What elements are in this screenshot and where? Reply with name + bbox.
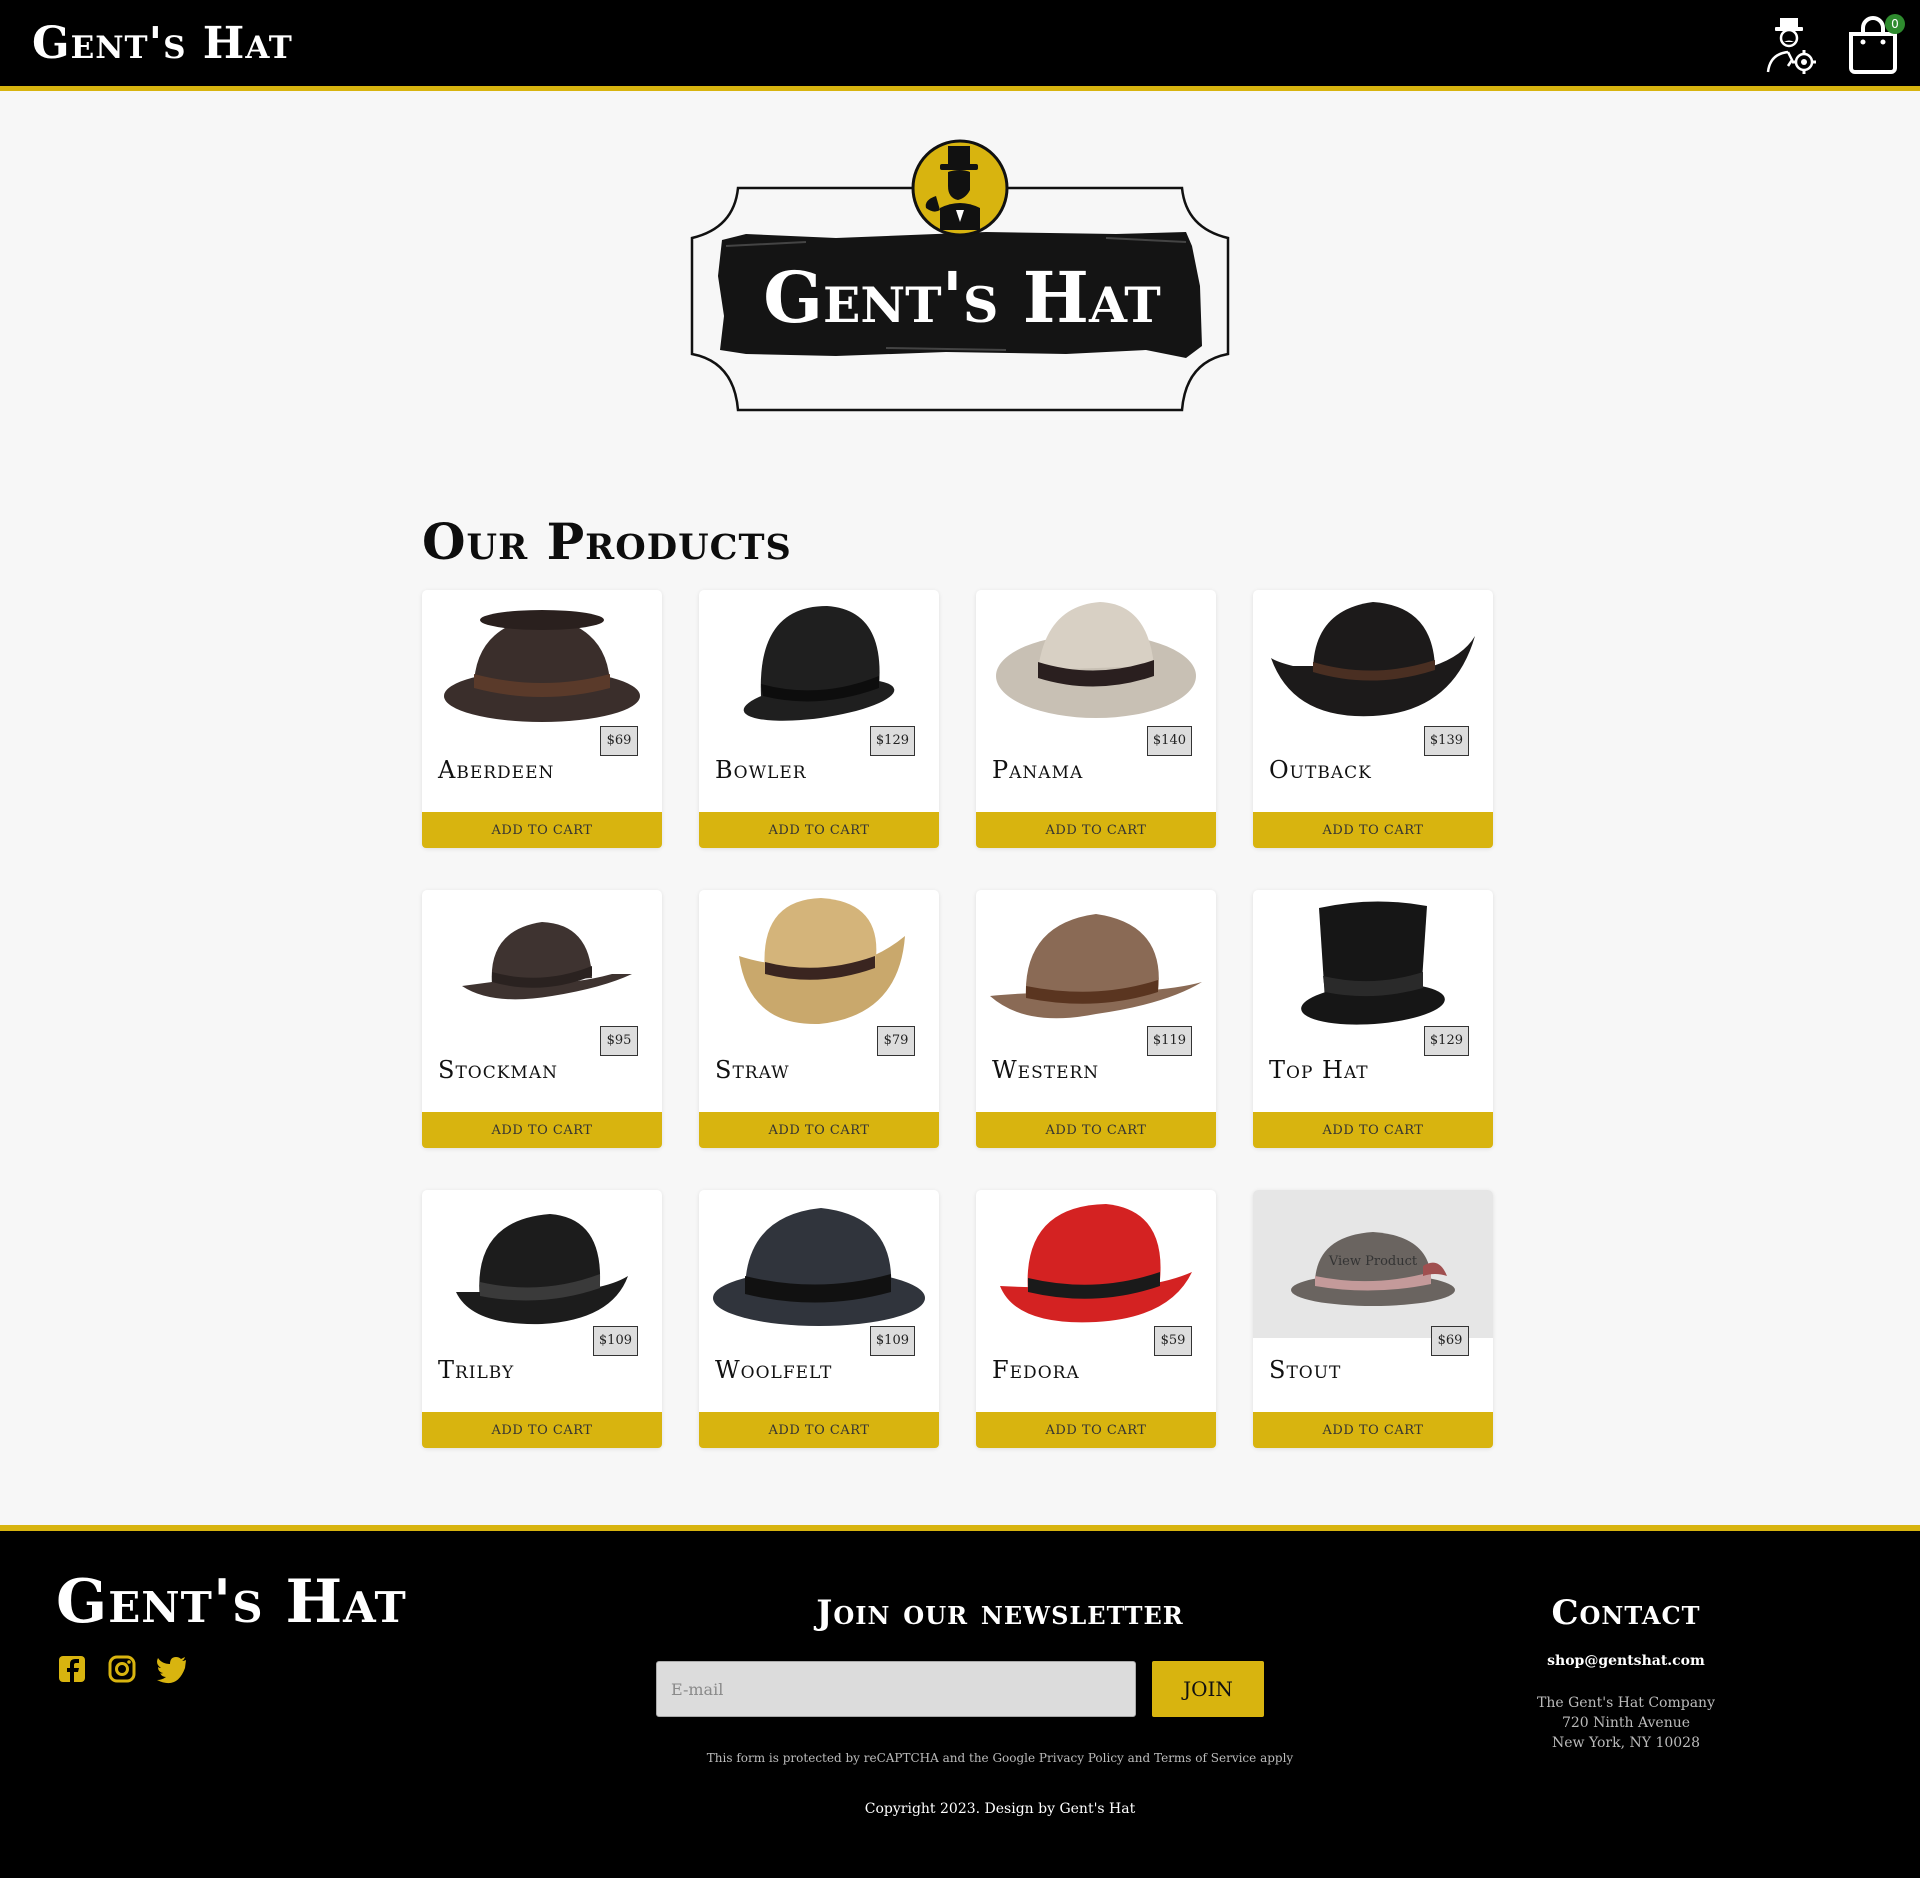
product-image <box>739 898 905 1025</box>
product-card[interactable]: $109 Woolfelt ADD TO CART <box>699 1190 939 1448</box>
price-tag: $119 <box>1146 1026 1192 1056</box>
product-card[interactable]: View Product $69 Stout ADD TO CART <box>1253 1190 1493 1448</box>
product-image <box>456 1214 628 1325</box>
product-grid: $69 Aberdeen ADD TO CART $129 Bowler ADD TO C… <box>422 590 1494 1448</box>
product-name[interactable]: Woolfelt <box>715 1356 832 1384</box>
products-section-title: Our Products <box>422 512 792 571</box>
product-name[interactable]: Western <box>992 1056 1099 1084</box>
product-name[interactable]: Outback <box>1269 756 1372 784</box>
add-to-cart-button[interactable]: ADD TO CART <box>976 1412 1216 1448</box>
product-name[interactable]: Stockman <box>438 1056 558 1084</box>
price-tag: $69 <box>1431 1326 1469 1356</box>
product-image-link[interactable] <box>976 890 1216 1038</box>
product-name[interactable]: Straw <box>715 1056 790 1084</box>
newsletter-email-input[interactable] <box>656 1661 1136 1717</box>
product-image-link[interactable] <box>422 590 662 738</box>
price-tag: $109 <box>869 1326 915 1356</box>
facebook-icon <box>59 1656 85 1682</box>
address-line-1: The Gent's Hat Company <box>1537 1695 1715 1711</box>
product-name[interactable]: Bowler <box>715 756 807 784</box>
add-to-cart-button[interactable]: ADD TO CART <box>699 812 939 848</box>
product-name[interactable]: Top Hat <box>1269 1056 1369 1084</box>
header-brand-logo[interactable]: Gent's Hat <box>32 18 293 69</box>
product-image <box>462 922 632 1000</box>
product-image-link[interactable] <box>422 890 662 1038</box>
price-tag: $109 <box>592 1326 638 1356</box>
product-image <box>713 1208 925 1326</box>
product-image-link[interactable] <box>1253 890 1493 1038</box>
add-to-cart-button[interactable]: ADD TO CART <box>1253 1412 1493 1448</box>
user-gear-icon <box>1766 18 1816 74</box>
address-line-2: 720 Ninth Avenue <box>1561 1715 1691 1731</box>
newsletter-join-button[interactable]: JOIN <box>1152 1661 1264 1717</box>
twitter-icon <box>157 1657 186 1684</box>
add-to-cart-button[interactable]: ADD TO CART <box>699 1412 939 1448</box>
add-to-cart-button[interactable]: ADD TO CART <box>1253 1112 1493 1148</box>
product-name[interactable]: Panama <box>992 756 1083 784</box>
product-image-link[interactable] <box>699 1190 939 1338</box>
product-image <box>990 914 1202 1019</box>
view-product-link[interactable]: View Product <box>1253 1254 1493 1269</box>
instagram-icon <box>108 1655 136 1683</box>
product-card[interactable]: $59 Fedora ADD TO CART <box>976 1190 1216 1448</box>
product-image-link[interactable] <box>976 1190 1216 1338</box>
product-card[interactable]: $95 Stockman ADD TO CART <box>422 890 662 1148</box>
product-image-link[interactable] <box>699 890 939 1038</box>
product-name[interactable]: Trilby <box>438 1356 514 1384</box>
contact-email-link[interactable]: shop@gentshat.com <box>1426 1653 1826 1669</box>
contact-title: Contact <box>1551 1593 1701 1633</box>
product-image <box>1000 1204 1192 1323</box>
product-card[interactable]: $79 Straw ADD TO CART <box>699 890 939 1148</box>
price-tag: $139 <box>1423 726 1469 756</box>
product-image-link[interactable] <box>422 1190 662 1338</box>
add-to-cart-button[interactable]: ADD TO CART <box>1253 812 1493 848</box>
product-name[interactable]: Stout <box>1269 1356 1341 1384</box>
instagram-link[interactable] <box>106 1653 138 1685</box>
price-tag: $140 <box>1146 726 1192 756</box>
product-name[interactable]: Aberdeen <box>438 756 554 784</box>
product-image-link[interactable] <box>699 590 939 738</box>
product-card[interactable]: $109 Trilby ADD TO CART <box>422 1190 662 1448</box>
product-card[interactable]: $129 Top Hat ADD TO CART <box>1253 890 1493 1148</box>
twitter-link[interactable] <box>156 1653 188 1685</box>
product-image-link[interactable]: View Product <box>1253 1190 1493 1338</box>
price-tag: $79 <box>877 1026 915 1056</box>
price-tag: $95 <box>600 1026 638 1056</box>
facebook-link[interactable] <box>56 1653 88 1685</box>
price-tag: $69 <box>600 726 638 756</box>
cart-count-badge: 0 <box>1885 14 1905 34</box>
add-to-cart-button[interactable]: ADD TO CART <box>422 1112 662 1148</box>
add-to-cart-button[interactable]: ADD TO CART <box>422 812 662 848</box>
product-image <box>1271 602 1475 717</box>
address-line-3: New York, NY 10028 <box>1552 1735 1700 1751</box>
product-card[interactable]: $69 Aberdeen ADD TO CART <box>422 590 662 848</box>
product-card[interactable]: $139 Outback ADD TO CART <box>1253 590 1493 848</box>
site-footer: Gent's Hat Join our newsletter JOIN This… <box>0 1525 1920 1878</box>
add-to-cart-button[interactable]: ADD TO CART <box>699 1112 939 1148</box>
price-tag: $129 <box>869 726 915 756</box>
contact-address: The Gent's Hat Company 720 Ninth Avenue … <box>1426 1693 1826 1753</box>
product-card[interactable]: $129 Bowler ADD TO CART <box>699 590 939 848</box>
add-to-cart-button[interactable]: ADD TO CART <box>976 812 1216 848</box>
recaptcha-notice: This form is protected by reCAPTCHA and … <box>706 1751 1294 1765</box>
hero-logo: Gent's Hat <box>686 136 1234 416</box>
product-image <box>743 606 895 721</box>
product-card[interactable]: $119 Western ADD TO CART <box>976 890 1216 1148</box>
copyright-text: Copyright 2023. Design by Gent's Hat <box>864 1801 1136 1817</box>
price-tag: $59 <box>1154 1326 1192 1356</box>
product-image <box>1301 901 1445 1025</box>
hero-logo-text: Gent's Hat <box>763 256 1161 339</box>
gentleman-top-hat-icon <box>911 139 1009 237</box>
product-image <box>996 602 1196 718</box>
product-image <box>444 610 640 722</box>
product-name[interactable]: Fedora <box>992 1356 1080 1384</box>
add-to-cart-button[interactable]: ADD TO CART <box>422 1412 662 1448</box>
price-tag: $129 <box>1423 1026 1469 1056</box>
product-card[interactable]: $140 Panama ADD TO CART <box>976 590 1216 848</box>
account-settings-button[interactable] <box>1762 16 1818 76</box>
product-image-link[interactable] <box>1253 590 1493 738</box>
add-to-cart-button[interactable]: ADD TO CART <box>976 1112 1216 1148</box>
product-image-link[interactable] <box>976 590 1216 738</box>
top-nav-bar: Gent's Hat 0 <box>0 0 1920 91</box>
